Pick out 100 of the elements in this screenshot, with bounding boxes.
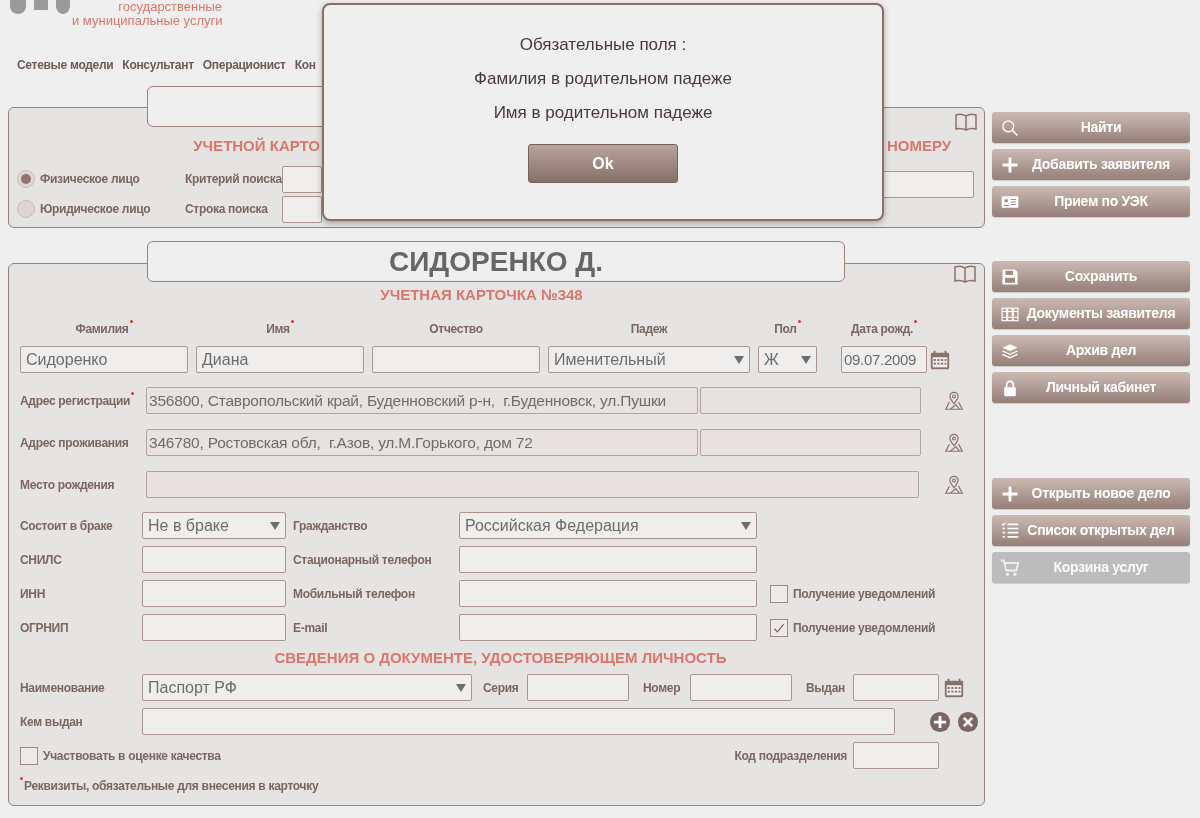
action-button[interactable]: Добавить заявителя [992,149,1190,180]
field-label: ОГРНИП [20,620,70,635]
field-label: Критерий поиска [185,172,282,186]
dropdown-field[interactable]: Паспорт РФ [142,674,472,701]
action-button[interactable]: Архив дел [992,335,1190,366]
field-label: Строка поиска [185,202,268,216]
field-label: ИНН [20,586,47,601]
calendar-icon[interactable] [943,676,965,699]
card-title: СИДОРЕНКО Д. [147,241,845,282]
input-field[interactable]: Сидоренко [20,346,188,373]
action-button[interactable]: Сохранить [992,261,1190,292]
search-icon [1000,117,1020,138]
action-button[interactable]: Прием по УЭК [992,186,1190,217]
checklist-icon [1000,520,1020,541]
input-field[interactable] [853,742,939,769]
action-button[interactable]: Документы заявителя [992,298,1190,329]
field-label: Гражданство [292,518,369,533]
input-field[interactable] [142,546,286,573]
checkbox-label: Получение уведомлений [793,586,936,601]
logo-caption: государственные [117,0,222,14]
input-field[interactable]: Диана [196,346,364,373]
caret-icon [741,521,751,530]
calendar-icon[interactable] [929,348,951,371]
input-field[interactable]: 346780, Ростовская обл, г.Азов, ул.М.Горького, дом 72 [146,429,698,456]
input-field[interactable] [459,614,757,641]
checkbox[interactable] [770,618,788,637]
required-mark [20,777,23,780]
action-button[interactable]: Список открытых дел [992,515,1190,546]
field-label: E-mail [292,620,329,635]
nav-link[interactable]: Кон [294,56,316,74]
remove-icon[interactable] [957,710,979,733]
action-button[interactable]: Личный кабинет [992,372,1190,403]
radio-label: Физическое лицо [40,172,141,186]
input-field[interactable] [690,674,792,701]
field-label: Номер [643,680,682,695]
field-label: СНИЛС [20,552,63,567]
date-field[interactable]: 09.07.2009 [841,346,927,373]
field-label: Отчество [429,321,483,336]
input-field[interactable]: 356800, Ставропольский край, Буденновский р-н, г.Буденновск, ул.Пушки [146,387,698,414]
field-label: Место рождения [20,477,115,492]
nav-link[interactable]: Сетевые модели [17,56,114,74]
dropdown-field[interactable]: Именительный [548,346,750,373]
cart-icon [1000,557,1020,578]
field-label: Стационарный телефон [292,552,433,567]
field-label: Кем выдан [20,714,84,729]
caret-icon [456,683,466,692]
dialog-message: Обязательные поля : [519,35,687,55]
checkbox[interactable] [20,746,38,765]
logo-drawing [8,0,72,14]
input-field[interactable] [459,546,757,573]
field-label: Наименование [20,680,106,695]
dropdown-field[interactable]: Ж [758,346,817,373]
field-label: Пол [774,321,797,336]
dialog-message: Фамилия в родительном падеже [474,69,732,89]
field-label: Мобильный телефон [292,586,416,601]
card-subtitle: УЧЕТНАЯ КАРТОЧКА №348 [379,286,584,304]
logo-caption: и муниципальные услуги [72,14,222,28]
input-field[interactable] [527,674,629,701]
input-field[interactable] [146,471,919,498]
dropdown-field[interactable]: Российская Федерация [459,512,757,539]
caret-icon [734,355,744,364]
radio-button[interactable] [17,200,35,218]
field-label: Код подразделения [734,748,847,763]
map-pin-icon[interactable] [943,473,965,496]
section-heading: СВЕДЕНИЯ О ДОКУМЕНТЕ, УДОСТОВЕРЯЮЩЕМ ЛИЧНОСТЬ [273,649,728,667]
ok-button[interactable]: Ok [528,144,678,183]
input-field[interactable] [282,195,322,223]
checkbox-label: Участвовать в оценке качества [43,748,221,763]
field-label: Дата рожд. [850,321,914,336]
caret-icon [801,355,811,364]
nav-link[interactable]: Консультант [122,56,194,74]
field-label: Фамилия [75,321,129,336]
dropdown-field[interactable]: Не в браке [142,512,286,539]
checkbox[interactable] [770,584,788,603]
input-field[interactable] [142,614,286,641]
action-button[interactable]: Найти [992,112,1190,143]
field-label: Адрес проживания [20,435,129,450]
map-pin-icon[interactable] [943,431,965,454]
footnote: Реквизиты, обязательные для внесения в карточку [24,779,319,793]
panel-heading: НОМЕРУ [887,137,953,155]
radio-button[interactable] [17,170,35,188]
input-field[interactable] [372,346,540,373]
field-label: Падеж [630,321,668,336]
nav-link[interactable]: Операционист [202,56,286,74]
input-field[interactable] [459,580,757,607]
field-label: Адрес регистрации [20,393,131,408]
map-pin-icon[interactable] [943,389,965,412]
input-field[interactable] [142,708,895,735]
radio-label: Юридическое лицо [40,202,152,216]
input-field[interactable] [700,387,921,414]
input-field[interactable] [142,580,286,607]
add-icon[interactable] [929,710,951,733]
action-button[interactable]: Открыть новое дело [992,478,1190,509]
field-label: Состоит в браке [20,518,114,533]
field-label: Серия [483,680,520,695]
input-field[interactable] [282,165,322,193]
input-field[interactable] [853,674,939,701]
dialog-message: Имя в родительном падеже [493,103,713,123]
input-field[interactable] [700,429,921,456]
panel-heading: УЧЕТНОЙ КАРТО [192,137,321,155]
